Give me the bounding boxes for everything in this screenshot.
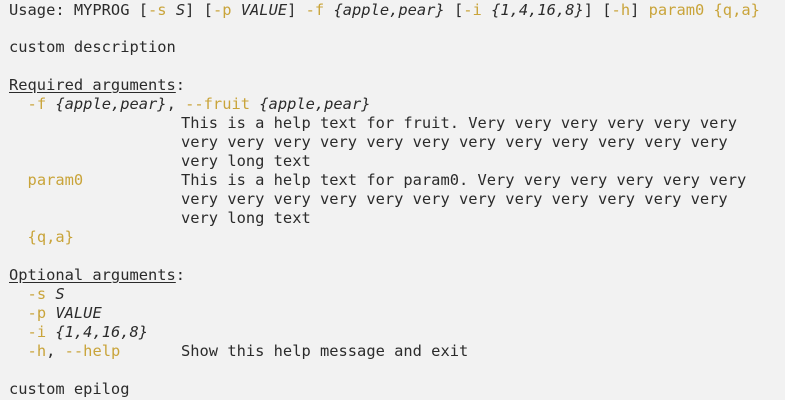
bracket: ] bbox=[630, 1, 649, 19]
s-flag: -s bbox=[27, 285, 47, 303]
help-option-line: -h, --help bbox=[27, 342, 121, 360]
usage-p-meta: VALUE bbox=[240, 1, 288, 19]
bracket: [ bbox=[444, 1, 464, 19]
i-option-line: -i {1,4,16,8} bbox=[9, 323, 149, 342]
i-flag: -i bbox=[27, 323, 47, 341]
bracket: ] [ bbox=[583, 1, 612, 19]
s-meta: S bbox=[55, 285, 65, 303]
fruit-long-meta: {apple,pear} bbox=[259, 95, 371, 113]
qa-choices: {q,a} bbox=[27, 228, 74, 246]
usage-p-flag: -p bbox=[212, 1, 232, 19]
fruit-long-flag: --fruit bbox=[185, 95, 250, 113]
fruit-option-line: -f {apple,pear}, --fruit {apple,pear} bbox=[27, 95, 371, 113]
bracket: ] [ bbox=[185, 1, 213, 19]
usage-i-meta: {1,4,16,8} bbox=[491, 1, 584, 19]
usage-f-flag: -f bbox=[305, 1, 325, 19]
fruit-help-line-1: This is a help text for fruit. Very very… bbox=[181, 114, 737, 132]
qa-line: {q,a} bbox=[9, 228, 74, 247]
p-meta: VALUE bbox=[55, 304, 102, 322]
help-long-flag: --help bbox=[64, 342, 121, 360]
s-option-line: -s S bbox=[9, 285, 65, 304]
required-header: Required arguments: bbox=[9, 76, 186, 94]
help-short-flag: -h bbox=[27, 342, 47, 360]
epilog: custom epilog bbox=[9, 380, 130, 398]
param0-help-line-2: very very very very very very very very … bbox=[181, 190, 728, 208]
param0-help-line-3: very long text bbox=[181, 209, 311, 227]
bracket: ] bbox=[287, 1, 306, 19]
usage-line: Usage: MYPROG [-s S] [-p VALUE] -f {appl… bbox=[9, 1, 760, 20]
param0-name: param0 bbox=[27, 171, 84, 189]
p-flag: -p bbox=[27, 304, 47, 322]
fruit-short-meta: {apple,pear} bbox=[55, 95, 167, 113]
description: custom description bbox=[9, 38, 176, 56]
usage-param0: param0 bbox=[648, 1, 705, 19]
optional-header-label: Optional arguments bbox=[9, 266, 176, 284]
usage-s-flag: -s bbox=[148, 1, 167, 19]
p-option-line: -p VALUE bbox=[9, 304, 102, 323]
i-meta: {1,4,16,8} bbox=[55, 323, 149, 341]
bracket: [ bbox=[138, 1, 149, 19]
usage-i-flag: -i bbox=[463, 1, 482, 19]
fruit-short-flag: -f bbox=[27, 95, 47, 113]
fruit-help-line-2: very very very very very very very very … bbox=[181, 133, 728, 151]
usage-f-meta: {apple,pear} bbox=[333, 1, 445, 19]
usage-h-flag: -h bbox=[611, 1, 631, 19]
optional-header: Optional arguments: bbox=[9, 266, 186, 284]
usage-s-meta: S bbox=[175, 1, 186, 19]
param0-line: param0 bbox=[9, 171, 84, 190]
param0-help-line-1: This is a help text for param0. Very ver… bbox=[181, 171, 747, 189]
terminal-output: Usage: MYPROG [-s S] [-p VALUE] -f {appl… bbox=[0, 0, 785, 400]
usage-qa: {q,a} bbox=[713, 1, 760, 19]
required-header-label: Required arguments bbox=[9, 76, 176, 94]
help-option-help: Show this help message and exit bbox=[181, 342, 469, 360]
usage-prefix: Usage: MYPROG bbox=[9, 1, 139, 19]
fruit-help-line-3: very long text bbox=[181, 152, 311, 170]
